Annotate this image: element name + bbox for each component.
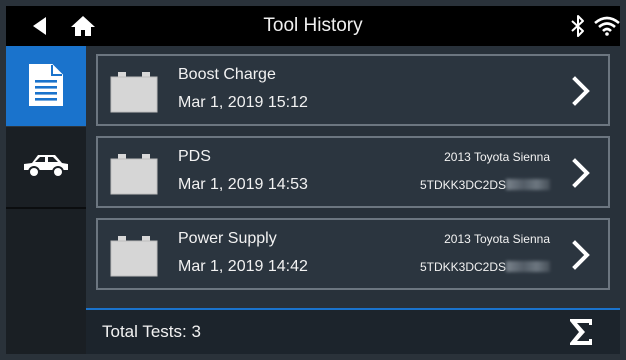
bluetooth-icon [571,15,584,37]
vin-redaction [506,179,550,190]
wifi-icon [594,16,620,36]
footer-bar: Total Tests: 3 [86,308,620,354]
vehicle-vin: 5TDKK3DC2DS [420,178,550,192]
sidebar [6,46,86,354]
sigma-icon[interactable] [568,318,594,346]
vehicle-model: 2013 Toyota Sienna [444,232,550,246]
sidebar-item-vehicle[interactable] [6,126,86,209]
car-icon [24,155,68,178]
record-date: Mar 1, 2019 14:42 [178,258,308,275]
record-name: PDS [178,148,211,165]
record-name: Boost Charge [178,66,276,83]
battery-icon [110,72,158,113]
app-screen: Tool History Boost Charge Mar 1, 2019 15… [0,0,626,360]
total-tests-label: Total Tests: 3 [102,322,201,341]
history-list: Boost Charge Mar 1, 2019 15:12 PDS Mar 1… [86,46,620,308]
chevron-right-icon [572,240,590,270]
chevron-right-icon [572,158,590,188]
page-title: Tool History [263,15,363,36]
top-bar: Tool History [6,6,620,46]
document-icon [29,64,63,106]
sidebar-item-history[interactable] [6,46,86,126]
chevron-right-icon [572,76,590,106]
battery-icon [110,154,158,195]
battery-icon [110,236,158,277]
history-record[interactable]: Boost Charge Mar 1, 2019 15:12 [96,54,610,126]
vehicle-model: 2013 Toyota Sienna [444,150,550,164]
vin-text: 5TDKK3DC2DS [419,260,506,274]
vin-redaction [506,261,550,272]
history-record[interactable]: PDS Mar 1, 2019 14:53 2013 Toyota Sienna… [96,136,610,208]
vin-text: 5TDKK3DC2DS [419,178,506,192]
record-name: Power Supply [178,230,277,247]
vehicle-vin: 5TDKK3DC2DS [420,260,550,274]
record-date: Mar 1, 2019 14:53 [178,176,308,193]
history-record[interactable]: Power Supply Mar 1, 2019 14:42 2013 Toyo… [96,218,610,290]
record-date: Mar 1, 2019 15:12 [178,94,308,111]
